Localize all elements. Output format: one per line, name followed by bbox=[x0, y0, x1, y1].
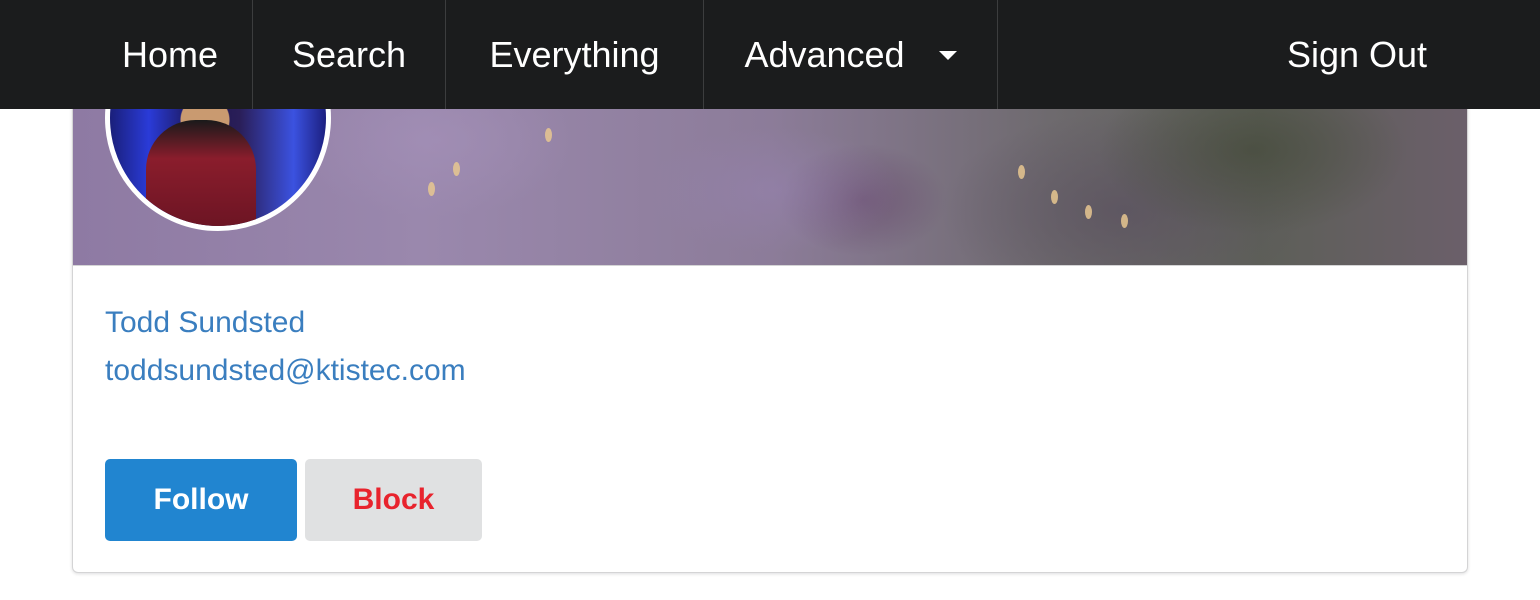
menu-item-advanced-label: Advanced bbox=[744, 33, 905, 75]
caret-down-icon bbox=[938, 51, 957, 60]
menu-item-home[interactable]: Home bbox=[88, 0, 252, 109]
menu-item-advanced[interactable]: Advanced bbox=[704, 0, 997, 109]
menu-item-search[interactable]: Search bbox=[253, 0, 445, 109]
top-menu: Home Search Everything Advanced Sign Out bbox=[0, 0, 1540, 109]
profile-handle-link[interactable]: toddsundsted@ktistec.com bbox=[105, 352, 466, 390]
menu-divider bbox=[997, 0, 998, 109]
follow-button[interactable]: Follow bbox=[105, 459, 297, 541]
avatar-figure bbox=[146, 120, 256, 226]
menu-item-sign-out[interactable]: Sign Out bbox=[1246, 0, 1468, 109]
menu-item-everything[interactable]: Everything bbox=[446, 0, 703, 109]
block-button[interactable]: Block bbox=[305, 459, 482, 541]
profile-name-link[interactable]: Todd Sundsted bbox=[105, 304, 305, 342]
